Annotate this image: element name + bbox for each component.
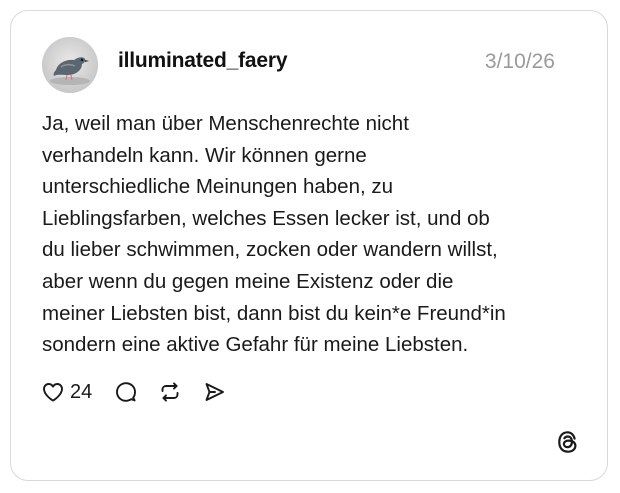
author-username[interactable]: illuminated_faery (118, 49, 288, 73)
post-text-line: unterschiedliche Meinungen haben, zu (42, 175, 394, 199)
post-body: Ja, weil man über Menschenrechte nicht v… (42, 108, 582, 361)
share-button[interactable] (202, 380, 226, 404)
reply-button[interactable] (114, 380, 138, 404)
post-date: 3/10/26 (484, 50, 555, 73)
post-text-line: du lieber schwimmen, zocken oder wandern… (42, 238, 498, 262)
send-icon (205, 383, 225, 401)
comment-icon (116, 382, 137, 402)
avatar[interactable] (42, 37, 98, 93)
post-text-line: meiner Liebsten bist, dann bist du kein*… (42, 301, 506, 325)
post-text-line: Ja, weil man über Menschenrechte nicht (42, 112, 409, 135)
post-card[interactable]: illuminated_faery 3/10/26 Ja, weil man ü… (10, 10, 608, 481)
threads-logo-icon (555, 429, 581, 455)
like-button[interactable]: 24 (41, 380, 114, 404)
heart-icon (43, 383, 63, 402)
post-text-line: aber wenn du gegen meine Existenz oder d… (42, 269, 454, 293)
post-text-line: sondern eine aktive Gefahr für meine Lie… (42, 333, 469, 357)
repost-button[interactable] (158, 380, 182, 404)
post-text-line: verhandeln kann. Wir können gerne (42, 143, 367, 167)
pigeon-avatar-icon (42, 37, 98, 93)
repost-icon (161, 382, 179, 402)
post-text-line: Lieblingsfarben, welches Essen lecker is… (42, 206, 490, 230)
post-actions: 24 (41, 377, 226, 407)
like-count: 24 (70, 380, 93, 403)
